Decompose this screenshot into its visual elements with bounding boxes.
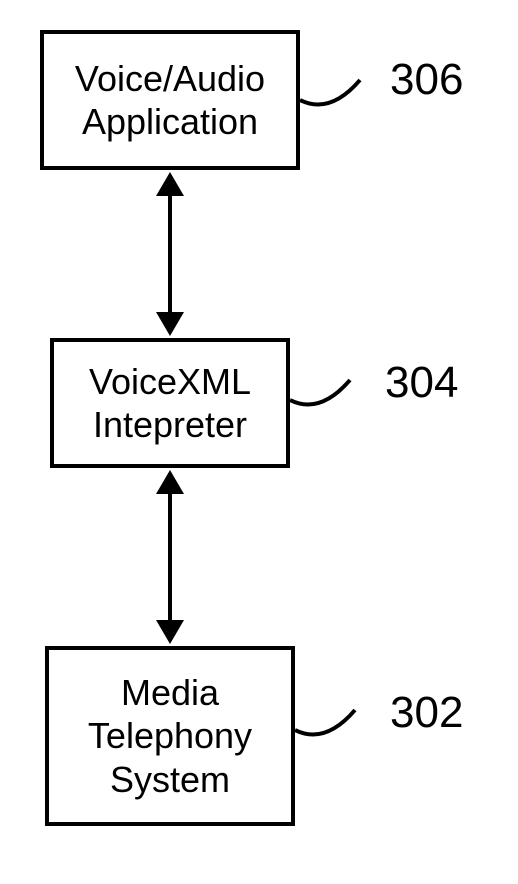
box-top-line1: Voice/Audio <box>75 58 265 99</box>
box-top-line2: Application <box>82 101 258 142</box>
box-middle-line2: Intepreter <box>93 404 247 445</box>
arrowhead-down-1 <box>156 312 184 336</box>
box-top-text: Voice/Audio Application <box>75 57 265 143</box>
box-middle-text: VoiceXML Intepreter <box>89 360 251 446</box>
arrowhead-up-1 <box>156 172 184 196</box>
arrowhead-down-2 <box>156 620 184 644</box>
leader-302 <box>295 700 375 750</box>
box-media-telephony-system: Media Telephony System <box>45 646 295 826</box>
box-voice-audio-application: Voice/Audio Application <box>40 30 300 170</box>
box-bottom-line3: System <box>110 759 230 800</box>
box-bottom-text: Media Telephony System <box>88 671 252 801</box>
ref-label-304: 304 <box>385 358 458 408</box>
ref-label-306: 306 <box>390 55 463 105</box>
connector-2 <box>168 492 172 622</box>
diagram-canvas: Voice/Audio Application 306 VoiceXML Int… <box>0 0 518 884</box>
arrowhead-up-2 <box>156 470 184 494</box>
box-bottom-line1: Media <box>121 672 219 713</box>
leader-304 <box>290 370 370 420</box>
box-voicexml-interpreter: VoiceXML Intepreter <box>50 338 290 468</box>
ref-label-302: 302 <box>390 688 463 738</box>
box-bottom-line2: Telephony <box>88 715 252 756</box>
box-middle-line1: VoiceXML <box>89 361 251 402</box>
connector-1 <box>168 194 172 314</box>
leader-306 <box>300 70 380 120</box>
